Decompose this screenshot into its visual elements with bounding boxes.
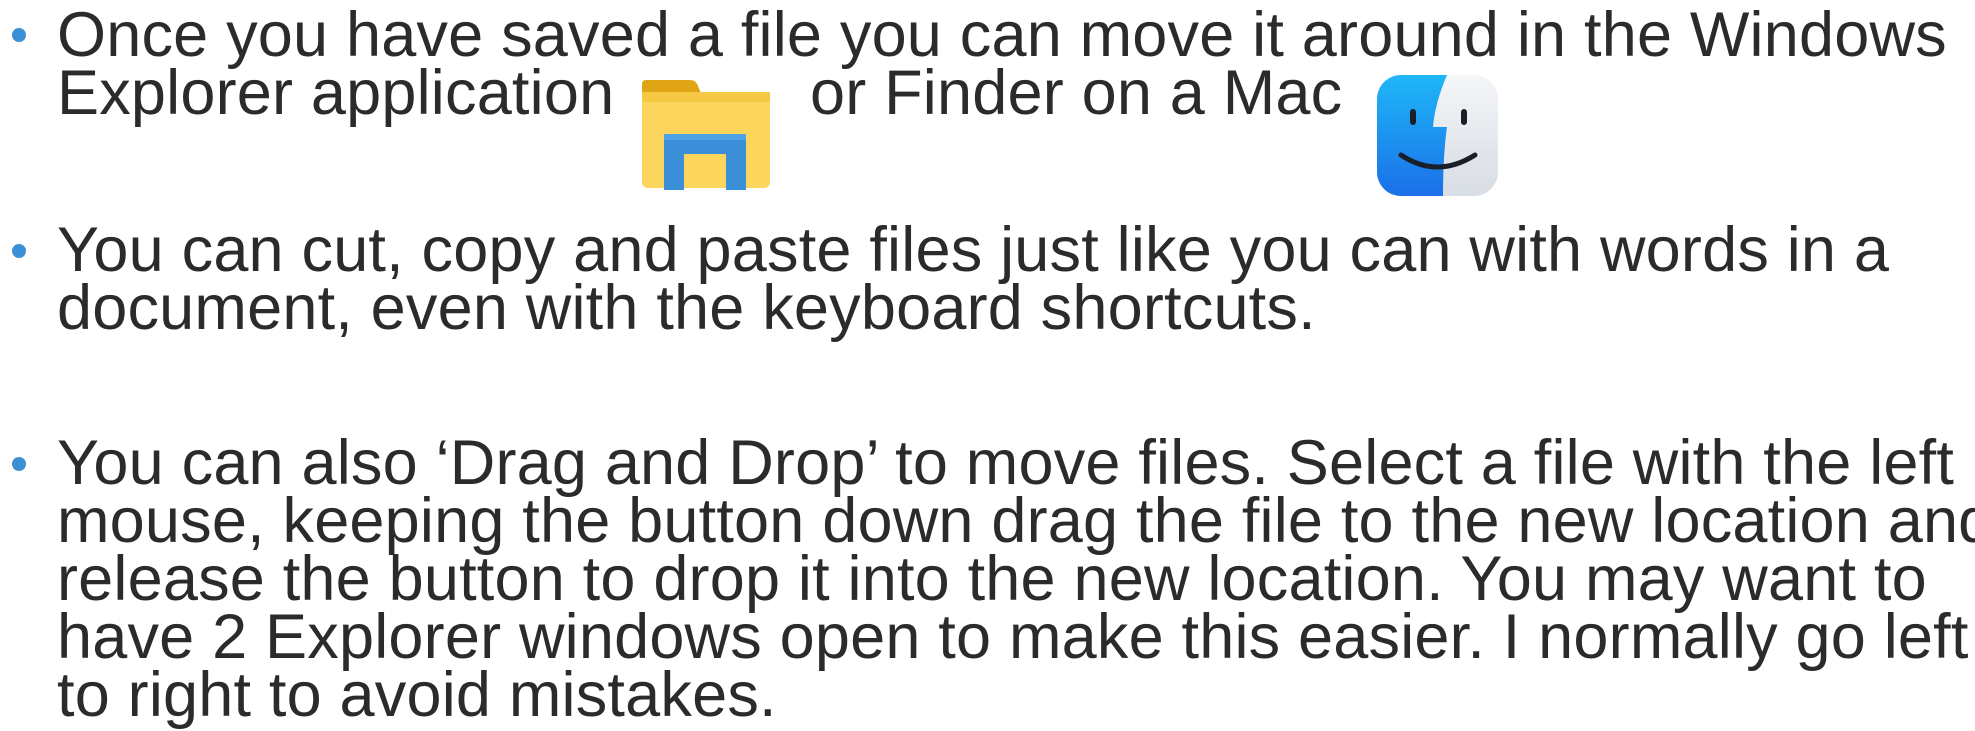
bullet-3-line-5: to right to avoid mistakes. — [57, 660, 777, 730]
bullet-1-line-2: Explorer application — [57, 58, 615, 128]
slide: Once you have saved a file you can move … — [0, 0, 1975, 731]
bullet-3-line-4: have 2 Explorer windows open to make thi… — [57, 602, 1969, 672]
bullet-3-line-1: You can also ‘Drag and Drop’ to move fil… — [57, 428, 1955, 498]
bullet-dot-icon — [12, 244, 26, 258]
bullet-dot-icon — [12, 28, 26, 42]
bullet-1-inline-text: or Finder on a Mac — [810, 58, 1343, 128]
bullet-2-line-1: You can cut, copy and paste files just l… — [57, 215, 1890, 285]
finder-icon — [1377, 75, 1498, 196]
bullet-3-line-2: mouse, keeping the button down drag the … — [57, 486, 1975, 556]
bullet-3-line-3: release the button to drop it into the n… — [57, 544, 1927, 614]
bullet-dot-icon — [12, 457, 26, 471]
bullet-1-line-1: Once you have saved a file you can move … — [57, 0, 1947, 70]
file-explorer-icon — [642, 80, 770, 190]
bullet-2-line-2: document, even with the keyboard shortcu… — [57, 273, 1316, 343]
